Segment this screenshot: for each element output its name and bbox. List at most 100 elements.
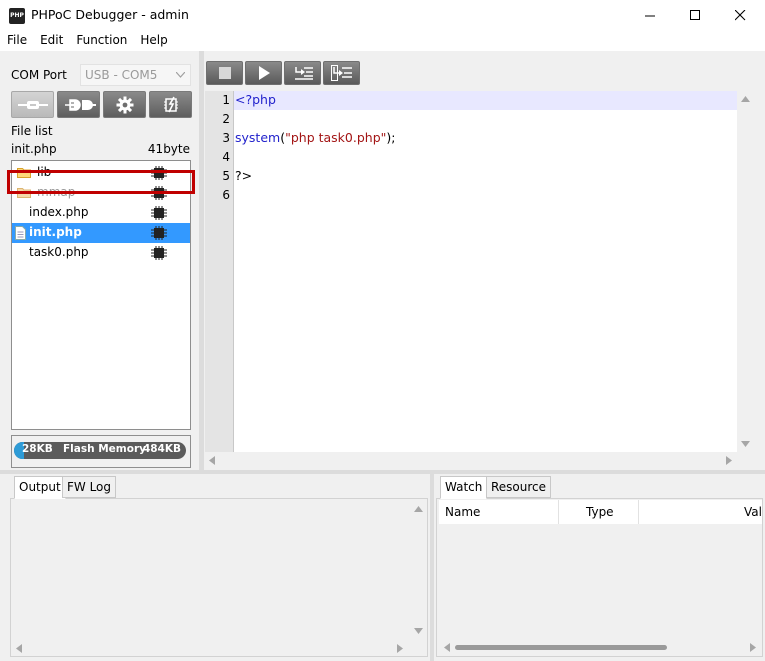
code-line: <?php	[235, 91, 276, 110]
tab-fw-log[interactable]: FW Log	[62, 476, 117, 498]
selection-highlight-box	[7, 170, 195, 194]
plug-connect-icon	[17, 100, 48, 109]
file-list-item[interactable]: task0.php	[12, 243, 190, 263]
selected-file-size: 41byte	[147, 142, 190, 156]
step-over-icon	[294, 67, 313, 80]
horizontal-splitter[interactable]	[0, 470, 765, 474]
output-body[interactable]	[10, 498, 428, 657]
file-list-item-label: index.php	[29, 205, 89, 219]
editor-horizontal-scrollbar[interactable]	[205, 452, 737, 469]
output-horizontal-scrollbar[interactable]	[11, 641, 409, 656]
code-line: system("php task0.php");	[235, 129, 395, 148]
scroll-left-icon[interactable]	[444, 643, 450, 652]
tab-watch[interactable]: Watch	[440, 476, 488, 499]
flash-memory-total: 484KB	[142, 443, 181, 455]
gear-icon	[116, 96, 133, 113]
code-line: ?>	[235, 167, 252, 186]
flash-memory-used: 28KB	[22, 443, 53, 455]
scroll-right-icon[interactable]	[397, 644, 403, 653]
step-over-button[interactable]	[284, 61, 321, 85]
close-icon	[735, 10, 746, 21]
chip-reset-icon	[163, 96, 178, 112]
code-editor[interactable]: <?php system("php task0.php"); ?>	[234, 91, 737, 452]
menu-function[interactable]: Function	[69, 31, 133, 51]
stop-icon	[218, 67, 231, 79]
title-bar[interactable]: PHP PHPoC Debugger - admin	[0, 0, 765, 31]
code-token: <?php	[235, 92, 276, 107]
disconnect-button[interactable]	[57, 91, 100, 118]
close-button[interactable]	[718, 0, 763, 31]
watch-horizontal-scrollbar[interactable]	[439, 639, 762, 656]
watch-list[interactable]	[439, 525, 762, 639]
scroll-right-icon[interactable]	[726, 456, 732, 465]
column-header-name[interactable]: Name	[439, 500, 559, 524]
flash-memory-bar: 28KB Flash Memory 484KB	[14, 442, 186, 459]
file-list[interactable]: lib mmap index.php init.php task0.php	[11, 160, 191, 430]
code-token: );	[386, 130, 396, 145]
com-port-select[interactable]: USB - COM5	[80, 64, 191, 86]
maximize-button[interactable]	[673, 0, 718, 31]
reset-button[interactable]	[149, 91, 192, 118]
file-list-item-selected[interactable]: init.php	[12, 223, 190, 243]
com-port-value: USB - COM5	[85, 68, 158, 82]
watch-table-header: Name Type Val	[439, 500, 762, 524]
scroll-up-icon[interactable]	[414, 506, 423, 512]
file-icon	[15, 226, 26, 240]
flash-memory-label: Flash Memory	[63, 443, 146, 455]
scroll-left-icon[interactable]	[209, 456, 215, 465]
selected-file-name: init.php	[11, 142, 57, 156]
window-title: PHPoC Debugger - admin	[31, 7, 189, 22]
watch-body: Name Type Val	[436, 498, 763, 657]
tab-output[interactable]: Output	[14, 476, 66, 499]
stop-button[interactable]	[206, 61, 243, 85]
line-number: 6	[222, 188, 230, 202]
bottom-vertical-splitter[interactable]	[430, 474, 434, 661]
minimize-button[interactable]	[628, 0, 673, 31]
watch-panel: Name Type Val Watch Resource	[436, 476, 763, 657]
line-number: 4	[222, 150, 230, 164]
editor-vertical-scrollbar[interactable]	[737, 91, 754, 452]
code-line-current	[234, 91, 737, 110]
tab-resource[interactable]: Resource	[486, 476, 552, 498]
menu-file[interactable]: File	[0, 31, 33, 51]
chip-icon	[151, 206, 167, 220]
line-number: 5	[222, 169, 230, 183]
com-port-label: COM Port	[11, 68, 67, 82]
line-number: 3	[222, 131, 230, 145]
file-list-item-label: init.php	[29, 225, 82, 239]
file-list-label: File list	[11, 124, 53, 138]
chip-icon	[151, 246, 167, 260]
column-header-type[interactable]: Type	[559, 500, 639, 524]
line-number: 2	[222, 112, 230, 126]
menu-help[interactable]: Help	[133, 31, 173, 51]
connect-button[interactable]	[11, 91, 54, 118]
plug-disconnect-icon	[64, 98, 96, 111]
column-header-value[interactable]: Val	[639, 500, 762, 524]
app-icon: PHP	[9, 8, 25, 24]
menu-bar: File Edit Function Help	[0, 31, 765, 51]
chip-icon	[151, 226, 167, 240]
scroll-up-icon[interactable]	[741, 96, 750, 102]
vertical-splitter[interactable]	[199, 51, 204, 470]
code-token: "php task0.php"	[285, 130, 387, 145]
chevron-down-icon	[176, 72, 185, 78]
file-list-item[interactable]: index.php	[12, 203, 190, 223]
code-token: ?>	[235, 168, 253, 183]
output-panel: Output FW Log	[10, 476, 428, 657]
scroll-right-icon[interactable]	[750, 643, 756, 652]
scroll-down-icon[interactable]	[741, 441, 750, 447]
step-into-icon	[330, 65, 352, 81]
maximize-icon	[690, 10, 700, 20]
code-token: system	[235, 130, 281, 145]
run-button[interactable]	[245, 61, 282, 85]
minimize-icon	[645, 15, 655, 17]
left-panel: COM Port USB - COM5 File list init.php 4…	[0, 51, 199, 470]
step-into-button[interactable]	[323, 61, 360, 85]
scroll-down-icon[interactable]	[414, 628, 423, 634]
scrollbar-thumb[interactable]	[455, 645, 667, 650]
flash-memory-meter: 28KB Flash Memory 484KB	[11, 435, 191, 468]
file-list-item-label: task0.php	[29, 245, 89, 259]
scroll-left-icon[interactable]	[16, 644, 22, 653]
settings-button[interactable]	[103, 91, 146, 118]
menu-edit[interactable]: Edit	[33, 31, 69, 51]
